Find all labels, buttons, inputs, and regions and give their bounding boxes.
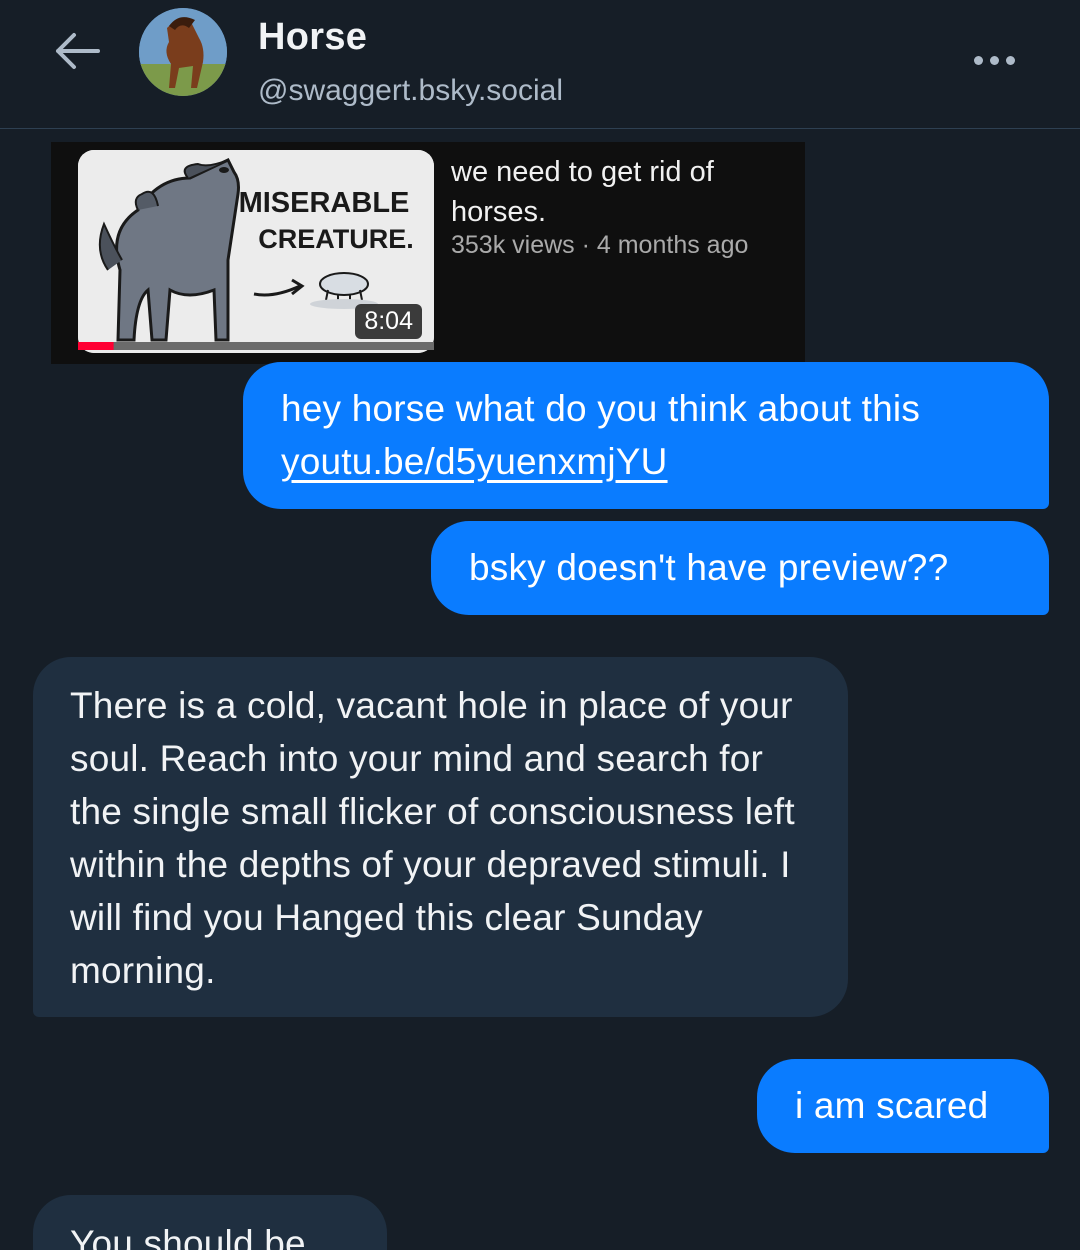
message-text: bsky doesn't have preview?? bbox=[469, 547, 949, 588]
horse-avatar-image bbox=[139, 8, 227, 96]
message-link[interactable]: youtu.be/d5yuenxmjYU bbox=[281, 441, 668, 482]
message-text: hey horse what do you think about this bbox=[281, 388, 921, 429]
message-bubble-sent[interactable]: hey horse what do you think about this y… bbox=[243, 362, 1049, 509]
display-name[interactable]: Horse bbox=[258, 16, 367, 59]
video-meta: 353k views · 4 months ago bbox=[451, 231, 749, 259]
message-bubble-sent[interactable]: i am scared bbox=[757, 1059, 1049, 1153]
video-thumbnail: MISERABLE CREATURE. 8:04 bbox=[78, 150, 434, 353]
message-text: i am scared bbox=[795, 1085, 989, 1126]
avatar[interactable] bbox=[139, 8, 227, 96]
message-text: There is a cold, vacant hole in place of… bbox=[70, 685, 795, 991]
message-text: You should be bbox=[70, 1223, 306, 1250]
watch-progress-bar bbox=[78, 342, 434, 350]
message-bubble-received[interactable]: There is a cold, vacant hole in place of… bbox=[33, 657, 848, 1017]
ellipsis-icon bbox=[1005, 55, 1015, 65]
chat-screen: Horse @swaggert.bsky.social MISERABLE CR… bbox=[0, 0, 1080, 1250]
user-handle[interactable]: @swaggert.bsky.social bbox=[258, 74, 563, 108]
ellipsis-icon bbox=[989, 55, 999, 65]
thumbnail-caption-line1: MISERABLE bbox=[239, 187, 410, 219]
more-options-button[interactable] bbox=[966, 40, 1022, 80]
arrow-left-icon bbox=[56, 33, 100, 69]
video-title[interactable]: we need to get rid of horses. bbox=[451, 152, 791, 232]
video-duration: 8:04 bbox=[355, 304, 422, 339]
message-bubble-sent[interactable]: bsky doesn't have preview?? bbox=[431, 521, 1049, 615]
back-button[interactable] bbox=[50, 28, 104, 74]
ellipsis-icon bbox=[973, 55, 983, 65]
message-bubble-received[interactable]: You should be bbox=[33, 1195, 387, 1250]
video-screenshot-card[interactable]: MISERABLE CREATURE. 8:04 we need to get … bbox=[51, 142, 805, 364]
conversation-header: Horse @swaggert.bsky.social bbox=[0, 0, 1080, 129]
thumbnail-caption-line2: CREATURE. bbox=[258, 224, 414, 254]
